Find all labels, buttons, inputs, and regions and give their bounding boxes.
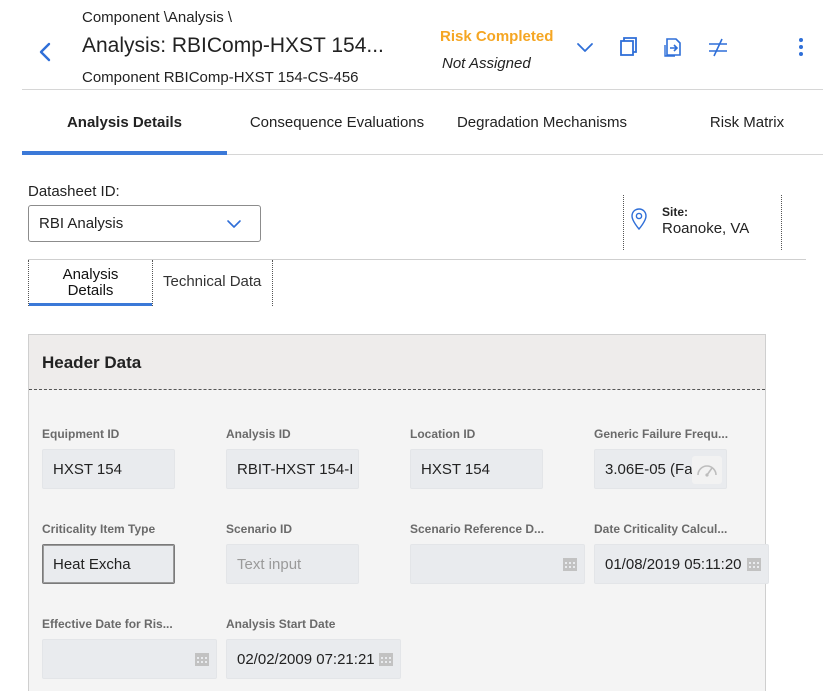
criticality-item-type-label: Criticality Item Type <box>42 522 156 536</box>
location-id-label: Location ID <box>410 427 476 441</box>
location-id-field[interactable]: HXST 154 <box>410 449 543 489</box>
map-pin-icon <box>630 207 648 231</box>
copy-icon[interactable] <box>617 36 639 58</box>
scenario-id-placeholder: Text input <box>237 556 302 573</box>
datasheet-label: Datasheet ID: <box>28 183 120 200</box>
breadcrumb[interactable]: Component \Analysis \ <box>82 9 232 26</box>
subtab-label: Technical Data <box>163 273 262 290</box>
chevron-down-icon[interactable] <box>574 36 596 58</box>
generic-failure-label: Generic Failure Frequ... <box>594 427 729 441</box>
scenario-reference-label: Scenario Reference D... <box>410 522 545 536</box>
analysis-id-label: Analysis ID <box>226 427 291 441</box>
more-vertical-icon[interactable] <box>790 36 812 58</box>
chevron-down-icon <box>226 217 242 229</box>
analysis-id-value: RBIT-HXST 154-I <box>237 461 354 478</box>
location-id-value: HXST 154 <box>421 461 490 478</box>
scenario-id-label: Scenario ID <box>226 522 293 536</box>
assignment-status: Not Assigned <box>442 55 531 72</box>
analysis-start-date-value: 02/02/2009 07:21:21 <box>237 651 375 668</box>
export-document-icon[interactable] <box>662 36 684 58</box>
calculator-icon[interactable] <box>692 456 722 484</box>
site-label: Site: <box>662 205 689 219</box>
tab-label: Degradation Mechanisms <box>456 113 628 131</box>
tab-degradation-mechanisms[interactable]: Degradation Mechanisms <box>442 90 642 154</box>
subtab-technical-data[interactable]: Technical Data <box>153 260 273 306</box>
date-criticality-label: Date Criticality Calcul... <box>594 522 728 536</box>
compare-icon[interactable] <box>707 36 729 58</box>
equipment-id-value: HXST 154 <box>53 461 122 478</box>
back-icon[interactable] <box>36 40 54 64</box>
analysis-start-date-label: Analysis Start Date <box>226 617 336 631</box>
date-criticality-value: 01/08/2019 05:11:20 <box>605 556 742 573</box>
calendar-icon[interactable] <box>746 556 762 572</box>
tab-risk-matrix[interactable]: Risk Matrix <box>692 90 802 154</box>
subtab-label-line1: Analysis <box>62 266 119 283</box>
subtab-analysis-details[interactable]: Analysis Details <box>28 260 153 306</box>
analysis-id-field[interactable]: RBIT-HXST 154-I <box>226 449 359 489</box>
section-title: Header Data <box>42 353 142 372</box>
site-value: Roanoke, VA <box>662 220 750 237</box>
date-criticality-field[interactable]: 01/08/2019 05:11:20 <box>594 544 769 584</box>
page-header: Component \Analysis \ Analysis: RBIComp-… <box>0 0 823 90</box>
effective-date-field[interactable] <box>42 639 217 679</box>
analysis-start-date-field[interactable]: 02/02/2009 07:21:21 <box>226 639 401 679</box>
equipment-id-label: Equipment ID <box>42 427 120 441</box>
section-header[interactable]: Header Data <box>29 335 765 390</box>
datasheet-value: RBI Analysis <box>39 215 124 232</box>
scenario-reference-date-field[interactable] <box>410 544 585 584</box>
page-title: Analysis: RBIComp-HXST 154... <box>82 34 384 57</box>
tab-consequence-evaluations[interactable]: Consequence Evaluations <box>237 90 437 154</box>
tab-label: Analysis Details <box>66 113 183 131</box>
tab-label: Risk Matrix <box>709 113 785 131</box>
effective-date-label: Effective Date for Ris... <box>42 617 173 631</box>
criticality-item-type-value: Heat Excha <box>53 556 131 573</box>
equipment-id-field[interactable]: HXST 154 <box>42 449 175 489</box>
tab-analysis-details[interactable]: Analysis Details <box>22 90 227 155</box>
generic-failure-field[interactable]: 3.06E-05 (Failure <box>594 449 727 489</box>
calendar-icon[interactable] <box>194 651 210 667</box>
calendar-icon[interactable] <box>378 651 394 667</box>
tab-label: Consequence Evaluations <box>249 113 425 131</box>
scenario-id-input[interactable]: Text input <box>226 544 359 584</box>
status-badge: Risk Completed <box>440 28 554 45</box>
datasheet-select[interactable]: RBI Analysis <box>28 205 261 242</box>
main-tabs: Analysis Details Consequence Evaluations… <box>22 90 823 155</box>
site-info: Site: Roanoke, VA <box>623 195 782 250</box>
criticality-item-type-input[interactable]: Heat Excha <box>42 544 175 584</box>
subtab-label-line2: Details <box>67 282 114 299</box>
header-data-section: Header Data Equipment ID HXST 154 Analys… <box>28 334 769 691</box>
calendar-icon[interactable] <box>562 556 578 572</box>
page-subtitle: Component RBIComp-HXST 154-CS-456 <box>82 69 359 86</box>
